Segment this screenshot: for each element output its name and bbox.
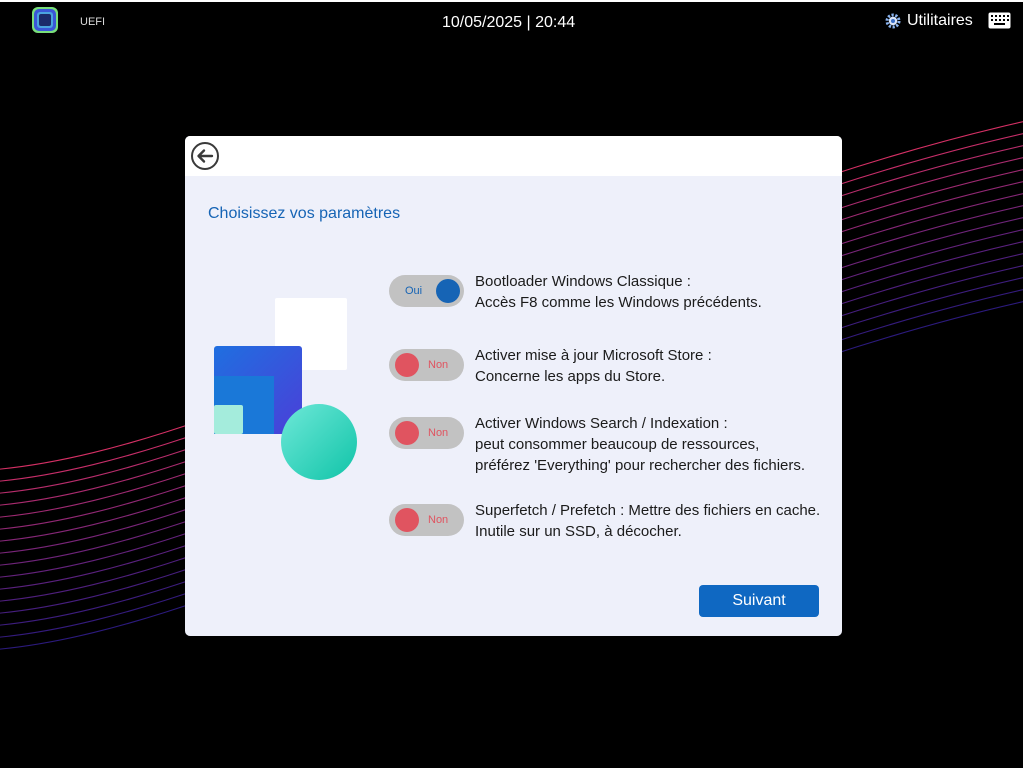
option-line: Activer mise à jour Microsoft Store : xyxy=(475,347,712,364)
tools-menu-button[interactable]: Utilitaires xyxy=(885,12,973,30)
superfetch-toggle[interactable]: Non xyxy=(389,504,464,536)
next-button[interactable]: Suivant xyxy=(699,585,819,617)
gear-icon xyxy=(885,13,901,29)
option-bootloader: Oui Bootloader Windows Classique : Accès… xyxy=(389,273,762,313)
superfetch-description: Superfetch / Prefetch : Mettre des fichi… xyxy=(475,500,820,542)
bootloader-toggle[interactable]: Oui xyxy=(389,275,464,307)
option-line: Concerne les apps du Store. xyxy=(475,368,666,385)
option-line: peut consommer beaucoup de ressources, xyxy=(475,436,760,453)
keyboard-icon[interactable] xyxy=(988,12,1011,29)
datetime: 10/05/2025 | 20:44 xyxy=(442,14,576,31)
uefi-label: UEFI xyxy=(80,16,106,28)
back-arrow-icon[interactable] xyxy=(190,141,220,171)
tools-label: Utilitaires xyxy=(907,12,973,29)
option-line: Bootloader Windows Classique : xyxy=(475,273,691,290)
top-divider xyxy=(0,0,1023,2)
app-logo-icon xyxy=(32,7,58,33)
settings-dialog: Choisissez vos paramètres Oui Bootloader… xyxy=(185,136,842,636)
option-superfetch: Non Superfetch / Prefetch : Mettre des f… xyxy=(389,502,820,542)
option-windows-search: Non Activer Windows Search / Indexation … xyxy=(389,415,805,476)
windows-search-description: Activer Windows Search / Indexation : pe… xyxy=(475,413,805,476)
windows-search-toggle-label: Non xyxy=(428,427,449,439)
option-line: Superfetch / Prefetch : Mettre des fichi… xyxy=(475,502,821,519)
option-microsoft-store: Non Activer mise à jour Microsoft Store … xyxy=(389,347,712,387)
toggle-knob xyxy=(395,421,419,445)
bootloader-toggle-label: Oui xyxy=(405,285,423,297)
toggle-knob xyxy=(436,279,460,303)
option-line: Activer Windows Search / Indexation : xyxy=(475,415,728,432)
dialog-title: Choisissez vos paramètres xyxy=(208,205,401,222)
microsoft-store-toggle[interactable]: Non xyxy=(389,349,464,381)
settings-illustration xyxy=(214,298,357,480)
option-line: Inutile sur un SSD, à décocher. xyxy=(475,523,682,540)
top-bar: UEFI 10/05/2025 | 20:44 Utilitaires xyxy=(0,0,1023,44)
option-line: préférez 'Everything' pour rechercher de… xyxy=(475,457,806,474)
toggle-knob xyxy=(395,508,419,532)
superfetch-toggle-label: Non xyxy=(428,514,449,526)
windows-search-toggle[interactable]: Non xyxy=(389,417,464,449)
microsoft-store-description: Activer mise à jour Microsoft Store : Co… xyxy=(475,345,712,387)
microsoft-store-toggle-label: Non xyxy=(428,359,449,371)
dialog-header xyxy=(185,136,842,176)
toggle-knob xyxy=(395,353,419,377)
option-line: Accès F8 comme les Windows précédents. xyxy=(475,294,762,311)
bootloader-description: Bootloader Windows Classique : Accès F8 … xyxy=(475,271,762,313)
